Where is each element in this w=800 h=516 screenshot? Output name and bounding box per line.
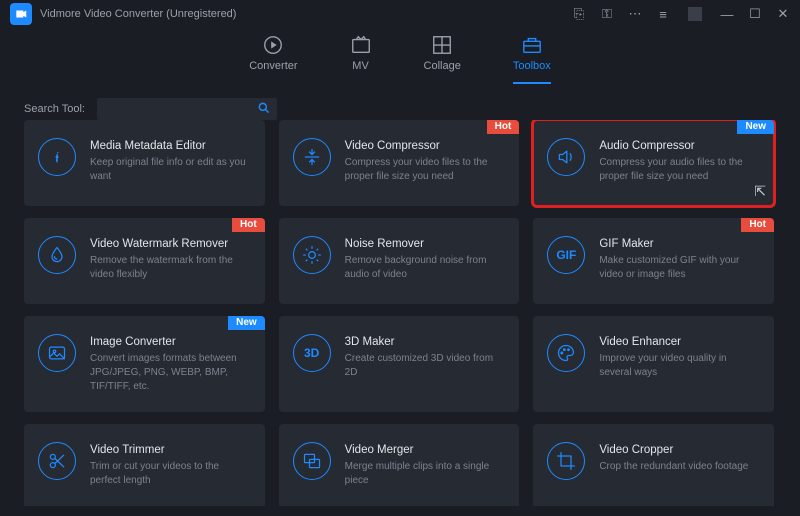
title-bar: Vidmore Video Converter (Unregistered) ⎘… — [0, 0, 800, 28]
tool-title: Audio Compressor — [599, 140, 760, 152]
tab-label: Converter — [249, 60, 297, 72]
tool-card[interactable]: Video Merger Merge multiple clips into a … — [279, 424, 520, 506]
tool-body: Video Trimmer Trim or cut your videos to … — [90, 444, 251, 492]
tab-converter[interactable]: Converter — [249, 34, 297, 84]
hot-badge: Hot — [741, 218, 774, 232]
converter-icon — [262, 34, 284, 56]
tool-description: Remove background noise from audio of vi… — [345, 254, 506, 282]
merge-icon — [293, 442, 331, 480]
tool-body: Noise Remover Remove background noise fro… — [345, 238, 506, 286]
tool-description: Create customized 3D video from 2D — [345, 352, 506, 380]
3d-icon: 3D — [293, 334, 331, 372]
tool-body: Video Compressor Compress your video file… — [345, 140, 506, 188]
separator — [688, 7, 702, 21]
tool-title: Video Cropper — [599, 444, 748, 456]
tab-toolbox[interactable]: Toolbox — [513, 34, 551, 84]
tool-body: Video Cropper Crop the redundant video fo… — [599, 444, 748, 492]
tool-title: Video Watermark Remover — [90, 238, 251, 250]
tool-card[interactable]: Video Enhancer Improve your video quality… — [533, 316, 774, 412]
tool-description: Keep original file info or edit as you w… — [90, 156, 251, 184]
tool-card[interactable]: i Media Metadata Editor Keep original file… — [24, 120, 265, 206]
hot-badge: Hot — [487, 120, 520, 134]
close-button[interactable]: ✕ — [776, 6, 790, 22]
tool-title: 3D Maker — [345, 336, 506, 348]
tool-card[interactable]: Video Trimmer Trim or cut your videos to … — [24, 424, 265, 506]
search-icon[interactable] — [257, 101, 271, 118]
gif-icon: GIF — [547, 236, 585, 274]
tool-card[interactable]: Noise Remover Remove background noise fro… — [279, 218, 520, 304]
tool-description: Remove the watermark from the video flex… — [90, 254, 251, 282]
tool-description: Make customized GIF with your video or i… — [599, 254, 760, 282]
tab-label: Collage — [424, 60, 461, 72]
menu-icon[interactable]: ≡ — [656, 7, 670, 22]
tool-title: Video Trimmer — [90, 444, 251, 456]
audio-icon — [547, 138, 585, 176]
new-badge: New — [228, 316, 265, 330]
scissors-icon — [38, 442, 76, 480]
key-icon[interactable]: ⚿ — [600, 6, 614, 22]
tool-description: Compress your video files to the proper … — [345, 156, 506, 184]
crop-icon — [547, 442, 585, 480]
tool-description: Trim or cut your videos to the perfect l… — [90, 460, 251, 488]
mic-icon — [293, 236, 331, 274]
tool-card[interactable]: New Image Converter Convert images formats… — [24, 316, 265, 412]
tool-title: Media Metadata Editor — [90, 140, 251, 152]
tool-body: Audio Compressor Compress your audio file… — [599, 140, 760, 188]
tool-description: Convert images formats between JPG/JPEG,… — [90, 352, 251, 394]
tool-body: 3D Maker Create customized 3D video from … — [345, 336, 506, 394]
tool-card[interactable]: 3D 3D Maker Create customized 3D video fro… — [279, 316, 520, 412]
tool-card[interactable]: Hot GIF GIF Maker Make customized GIF with … — [533, 218, 774, 304]
expand-icon[interactable]: ⇱ — [754, 183, 766, 200]
search-label: Search Tool: — [24, 103, 85, 115]
tool-description: Improve your video quality in several wa… — [599, 352, 760, 380]
mv-icon — [350, 34, 372, 56]
svg-text:i: i — [55, 149, 59, 164]
maximize-button[interactable]: ☐ — [748, 6, 762, 22]
tool-title: Video Merger — [345, 444, 506, 456]
tab-label: MV — [352, 60, 369, 72]
tool-card[interactable]: Video Cropper Crop the redundant video fo… — [533, 424, 774, 506]
collage-icon — [431, 34, 453, 56]
window-controls: ⎘ ⚿ ⋯ ≡ — ☐ ✕ — [572, 6, 790, 22]
toolbox-icon — [521, 34, 543, 56]
tool-title: Video Enhancer — [599, 336, 760, 348]
search-input[interactable] — [103, 103, 257, 115]
tool-title: Image Converter — [90, 336, 251, 348]
tool-title: Video Compressor — [345, 140, 506, 152]
feedback-icon[interactable]: ⋯ — [628, 6, 642, 22]
hot-badge: Hot — [232, 218, 265, 232]
new-badge: New — [737, 120, 774, 134]
tool-card[interactable]: New Audio Compressor Compress your audio f… — [533, 120, 774, 206]
tool-body: Video Watermark Remover Remove the waterm… — [90, 238, 251, 286]
droplet-icon — [38, 236, 76, 274]
image-icon — [38, 334, 76, 372]
minimize-button[interactable]: — — [720, 7, 734, 22]
tool-description: Merge multiple clips into a single piece — [345, 460, 506, 488]
tool-description: Crop the redundant video footage — [599, 460, 748, 474]
tool-body: Media Metadata Editor Keep original file … — [90, 140, 251, 188]
main-tabs: Converter MV Collage Toolbox — [0, 28, 800, 84]
tool-body: Image Converter Convert images formats be… — [90, 336, 251, 394]
tool-title: Noise Remover — [345, 238, 506, 250]
app-title: Vidmore Video Converter (Unregistered) — [40, 8, 236, 20]
tools-scroll[interactable]: i Media Metadata Editor Keep original file… — [24, 120, 780, 506]
palette-icon — [547, 334, 585, 372]
app-logo — [10, 3, 32, 25]
info-icon: i — [38, 138, 76, 176]
search-box[interactable] — [97, 98, 277, 120]
tool-card[interactable]: Hot Video Watermark Remover Remove the wat… — [24, 218, 265, 304]
tools-grid: i Media Metadata Editor Keep original file… — [24, 120, 774, 506]
tab-label: Toolbox — [513, 60, 551, 72]
tool-title: GIF Maker — [599, 238, 760, 250]
tool-body: GIF Maker Make customized GIF with your v… — [599, 238, 760, 286]
tool-body: Video Merger Merge multiple clips into a … — [345, 444, 506, 492]
tab-mv[interactable]: MV — [350, 34, 372, 84]
tool-description: Compress your audio files to the proper … — [599, 156, 760, 184]
cart-icon[interactable]: ⎘ — [572, 6, 586, 22]
compress-icon — [293, 138, 331, 176]
tool-body: Video Enhancer Improve your video quality… — [599, 336, 760, 394]
tab-collage[interactable]: Collage — [424, 34, 461, 84]
tool-card[interactable]: Hot Video Compressor Compress your video f… — [279, 120, 520, 206]
